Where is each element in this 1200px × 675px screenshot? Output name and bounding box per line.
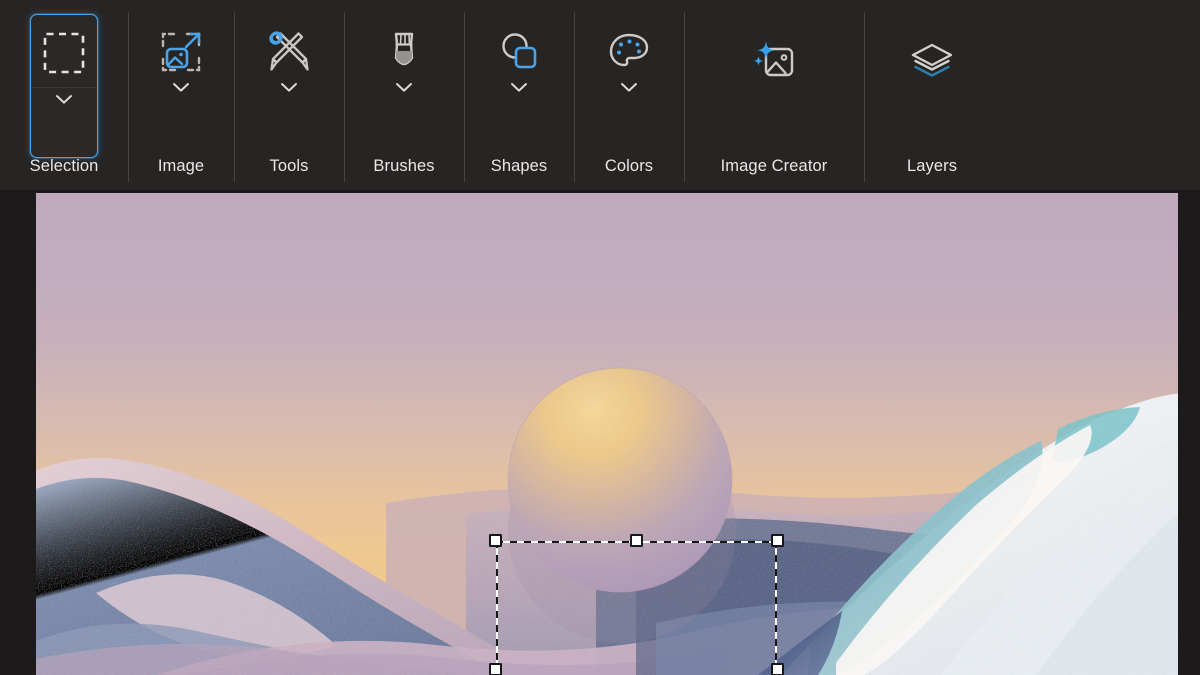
selection-rectangle-icon <box>42 25 86 81</box>
ribbon-group-tools[interactable]: Tools <box>234 0 344 190</box>
ribbon-group-image[interactable]: Image <box>128 0 234 190</box>
paintbrush-icon <box>380 24 428 80</box>
ribbon-group-label-image-creator: Image Creator <box>720 156 828 175</box>
ribbon-group-shapes[interactable]: Shapes <box>464 0 574 190</box>
selection-handle-n[interactable] <box>629 534 643 547</box>
selection-tool-button[interactable] <box>30 14 98 158</box>
selection-handle-nw[interactable] <box>489 534 502 547</box>
ribbon-group-label-selection: Selection <box>29 156 99 175</box>
ribbon-group-label-colors: Colors <box>604 156 654 175</box>
marquee-edge-right <box>775 541 777 675</box>
shapes-circle-square-icon <box>495 24 543 80</box>
image-resize-icon <box>157 24 205 80</box>
tools-chevron-row[interactable] <box>255 82 323 93</box>
ribbon-group-brushes[interactable]: Brushes <box>344 0 464 190</box>
ribbon-group-layers[interactable]: Layers <box>864 0 1000 190</box>
eyedropper-pencil-icon <box>265 24 313 80</box>
image-chevron-row[interactable] <box>147 82 215 93</box>
ribbon-group-label-layers: Layers <box>906 156 958 175</box>
selection-marquee[interactable] <box>489 534 784 675</box>
selection-chevron-row[interactable] <box>31 87 97 105</box>
chevron-down-icon <box>56 95 72 104</box>
image-creator-tool-button[interactable] <box>740 14 808 158</box>
selection-handle-ne[interactable] <box>771 534 784 547</box>
ribbon-group-selection[interactable]: Selection <box>0 0 128 190</box>
tools-tool-button[interactable] <box>255 14 323 158</box>
chevron-down-icon <box>396 83 412 92</box>
chevron-down-icon <box>621 83 637 92</box>
selection-handle-e[interactable] <box>771 662 784 675</box>
ribbon-group-image-creator[interactable]: Image Creator <box>684 0 864 190</box>
ribbon-group-colors[interactable]: Colors <box>574 0 684 190</box>
ribbon-group-label-brushes: Brushes <box>373 156 435 175</box>
brushes-chevron-row[interactable] <box>370 82 438 93</box>
sparkle-image-icon <box>749 24 799 98</box>
shapes-chevron-row[interactable] <box>485 82 553 93</box>
chevron-down-icon <box>173 83 189 92</box>
ribbon-group-label-tools: Tools <box>269 156 309 175</box>
layers-stack-icon <box>907 24 957 98</box>
color-palette-icon <box>605 24 653 80</box>
ribbon-group-label-image: Image <box>157 156 205 175</box>
shapes-tool-button[interactable] <box>485 14 553 158</box>
layers-tool-button[interactable] <box>898 14 966 158</box>
ribbon-toolbar: Selection Image Tools Brushes Shapes Col… <box>0 0 1200 190</box>
colors-chevron-row[interactable] <box>595 82 663 93</box>
brushes-tool-button[interactable] <box>370 14 438 158</box>
ribbon-group-label-shapes: Shapes <box>490 156 548 175</box>
chevron-down-icon <box>511 83 527 92</box>
marquee-edge-left <box>496 541 498 675</box>
colors-tool-button[interactable] <box>595 14 663 158</box>
selection-handle-w[interactable] <box>489 662 502 675</box>
paint-app-window: Selection Image Tools Brushes Shapes Col… <box>0 0 1200 675</box>
artwork-canvas[interactable]: Generative erase Generative erase Remove… <box>36 193 1178 675</box>
chevron-down-icon <box>281 83 297 92</box>
image-tool-button[interactable] <box>147 14 215 158</box>
